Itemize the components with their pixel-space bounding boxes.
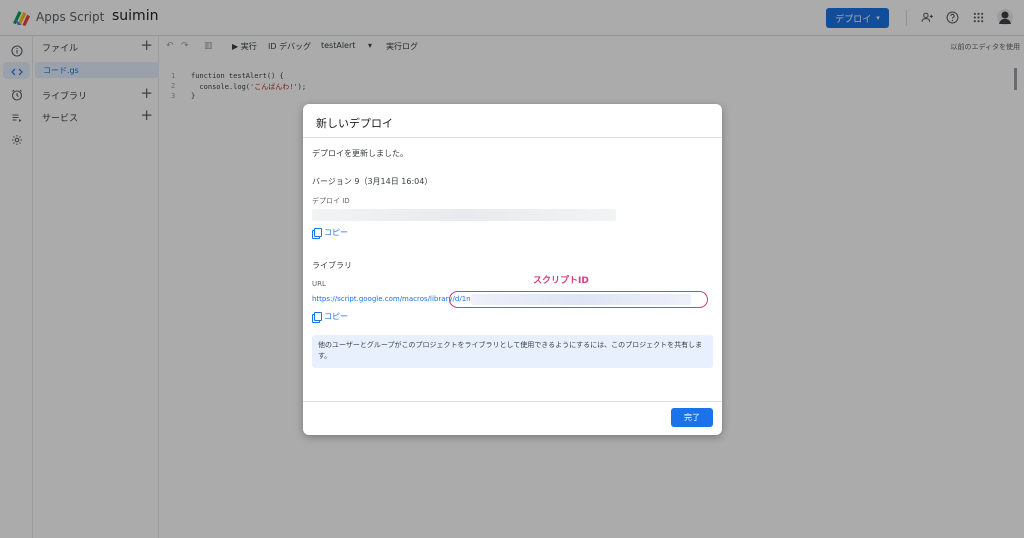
dialog-divider bbox=[303, 137, 722, 138]
version-line: バージョン 9（3月14日 16:04） bbox=[312, 177, 433, 186]
copy-deploy-id-button[interactable]: コピー bbox=[312, 227, 348, 239]
done-button-label: 完了 bbox=[684, 413, 700, 422]
deploy-id-value-redacted bbox=[312, 209, 616, 221]
url-label: URL bbox=[312, 280, 326, 288]
share-info-box: 他のユーザーとグループがこのプロジェクトをライブラリとして使用できるようにするに… bbox=[312, 335, 713, 368]
copy-label: コピー bbox=[324, 312, 348, 321]
new-deployment-dialog: 新しいデプロイ デプロイを更新しました。 バージョン 9（3月14日 16:04… bbox=[303, 104, 722, 435]
dialog-divider bbox=[303, 401, 722, 402]
script-id-annotation: スクリプトID bbox=[533, 276, 589, 286]
copy-icon bbox=[312, 228, 322, 239]
script-id-highlight bbox=[449, 291, 708, 308]
deploy-id-label: デプロイ ID bbox=[312, 197, 350, 205]
dialog-title: 新しいデプロイ bbox=[316, 117, 393, 130]
copy-url-button[interactable]: コピー bbox=[312, 311, 348, 323]
done-button[interactable]: 完了 bbox=[671, 408, 713, 427]
library-heading: ライブラリ bbox=[312, 261, 352, 270]
deploy-updated-message: デプロイを更新しました。 bbox=[312, 149, 408, 158]
share-info-text: 他のユーザーとグループがこのプロジェクトをライブラリとして使用できるようにするに… bbox=[318, 341, 703, 360]
copy-icon bbox=[312, 312, 322, 323]
copy-label: コピー bbox=[324, 228, 348, 237]
